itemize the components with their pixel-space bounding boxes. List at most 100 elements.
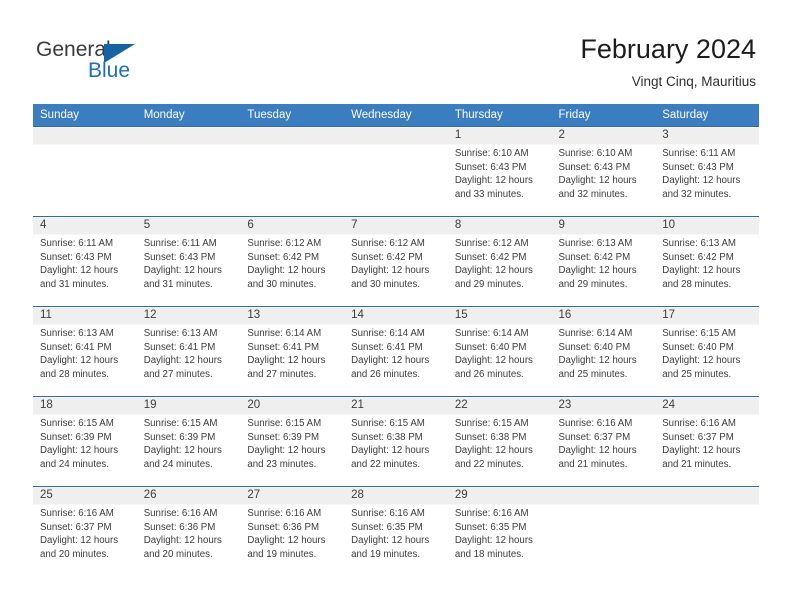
- daylight-text: Daylight: 12 hours: [454, 445, 533, 457]
- daylight-text: Daylight: 12 hours: [40, 535, 119, 547]
- day-details: Sunrise: 6:16 AM Sunset: 6:37 PM Daylight:…: [552, 414, 656, 471]
- day-cell-26[interactable]: 26 Sunrise: 6:16 AM Sunset: 6:36 PM Dayligh…: [136, 486, 241, 577]
- daylight-text: Daylight: 12 hours: [40, 355, 119, 367]
- day-cell-24[interactable]: 24 Sunrise: 6:16 AM Sunset: 6:37 PM Dayligh…: [655, 396, 759, 487]
- calendar-week-row: 1 Sunrise: 6:10 AM Sunset: 6:43 PM Daylight…: [33, 126, 759, 217]
- day-cell-11[interactable]: 11 Sunrise: 6:13 AM Sunset: 6:41 PM Dayligh…: [33, 306, 137, 397]
- daylight-text: Daylight: 12 hours: [558, 445, 637, 457]
- calendar-header-row: Sunday Monday Tuesday Wednesday Thursday Frid…: [33, 104, 759, 127]
- day-details: Sunrise: 6:11 AM Sunset: 6:43 PM Daylight:…: [655, 144, 759, 201]
- day-cell-10[interactable]: 10 Sunrise: 6:13 AM Sunset: 6:42 PM Dayligh…: [655, 216, 759, 307]
- general-blue-logo[interactable]: General Blue: [36, 38, 216, 84]
- calendar-week-row: 11 Sunrise: 6:13 AM Sunset: 6:41 PM Dayligh…: [33, 306, 759, 397]
- day-cell-29[interactable]: 29 Sunrise: 6:16 AM Sunset: 6:35 PM Dayligh…: [447, 486, 552, 577]
- day-cell-3[interactable]: 3 Sunrise: 6:11 AM Sunset: 6:43 PM Daylight…: [655, 126, 759, 217]
- daylight-text-cont: and 31 minutes.: [143, 278, 213, 290]
- day-number: 26: [143, 489, 157, 501]
- day-cell-17[interactable]: 17 Sunrise: 6:15 AM Sunset: 6:40 PM Dayligh…: [655, 306, 759, 397]
- day-number: 3: [662, 129, 669, 141]
- calendar-page: General Blue February 2024 Vingt Cinq, M…: [0, 0, 792, 612]
- day-details: Sunrise: 6:16 AM Sunset: 6:37 PM Daylight:…: [655, 414, 759, 471]
- daylight-text-cont: and 29 minutes.: [454, 278, 524, 290]
- day-number: 18: [40, 399, 53, 411]
- day-details: Sunrise: 6:13 AM Sunset: 6:41 PM Daylight:…: [33, 324, 137, 381]
- sunset-text: Sunset: 6:41 PM: [40, 341, 112, 353]
- day-cell-14[interactable]: 14 Sunrise: 6:14 AM Sunset: 6:41 PM Dayligh…: [344, 306, 448, 397]
- sunset-text: Sunset: 6:38 PM: [454, 431, 527, 443]
- day-cell-4[interactable]: 4 Sunrise: 6:11 AM Sunset: 6:43 PM Daylight…: [33, 216, 137, 307]
- daylight-text-cont: and 23 minutes.: [247, 458, 317, 470]
- daylight-text: Daylight: 12 hours: [662, 265, 741, 277]
- day-cell-19[interactable]: 19 Sunrise: 6:15 AM Sunset: 6:39 PM Dayligh…: [136, 396, 241, 487]
- day-number: 4: [40, 219, 47, 231]
- daylight-text-cont: and 19 minutes.: [351, 548, 421, 560]
- day-details: Sunrise: 6:13 AM Sunset: 6:42 PM Daylight:…: [655, 234, 759, 291]
- day-number: 27: [247, 489, 261, 501]
- day-details: Sunrise: 6:16 AM Sunset: 6:35 PM Daylight:…: [344, 504, 448, 561]
- day-cell-15[interactable]: 15 Sunrise: 6:14 AM Sunset: 6:40 PM Dayligh…: [447, 306, 552, 397]
- daylight-text: Daylight: 12 hours: [662, 175, 741, 187]
- day-number: 8: [454, 219, 462, 231]
- daylight-text: Daylight: 12 hours: [247, 445, 326, 457]
- day-number: [552, 487, 656, 504]
- sunset-text: Sunset: 6:43 PM: [454, 161, 527, 173]
- daylight-text: Daylight: 12 hours: [247, 355, 326, 367]
- day-cell-21[interactable]: 21 Sunrise: 6:15 AM Sunset: 6:38 PM Dayligh…: [344, 396, 448, 487]
- daylight-text: Daylight: 12 hours: [351, 445, 430, 457]
- day-cell-13[interactable]: 13 Sunrise: 6:14 AM Sunset: 6:41 PM Dayligh…: [240, 306, 345, 397]
- day-cell-9[interactable]: 9 Sunrise: 6:13 AM Sunset: 6:42 PM Daylight…: [551, 216, 656, 307]
- sunrise-text: Sunrise: 6:11 AM: [40, 238, 114, 249]
- weekday-header-monday: Monday: [136, 104, 241, 127]
- day-number: 13: [247, 309, 261, 321]
- sunset-text: Sunset: 6:36 PM: [247, 521, 320, 533]
- sunrise-text: Sunrise: 6:14 AM: [247, 328, 322, 339]
- day-details: Sunrise: 6:16 AM Sunset: 6:35 PM Daylight:…: [448, 504, 552, 561]
- daylight-text: Daylight: 12 hours: [40, 445, 119, 457]
- day-number: 12: [143, 309, 157, 321]
- day-cell-27[interactable]: 27 Sunrise: 6:16 AM Sunset: 6:36 PM Dayligh…: [240, 486, 345, 577]
- day-cell-2[interactable]: 2 Sunrise: 6:10 AM Sunset: 6:43 PM Daylight…: [551, 126, 656, 217]
- daylight-text: Daylight: 12 hours: [247, 265, 326, 277]
- day-details: Sunrise: 6:14 AM Sunset: 6:40 PM Daylight:…: [448, 324, 552, 381]
- day-cell-12[interactable]: 12 Sunrise: 6:13 AM Sunset: 6:41 PM Dayligh…: [136, 306, 241, 397]
- day-cell-23[interactable]: 23 Sunrise: 6:16 AM Sunset: 6:37 PM Dayligh…: [551, 396, 656, 487]
- day-details: Sunrise: 6:15 AM Sunset: 6:40 PM Daylight:…: [655, 324, 759, 381]
- day-cell-28[interactable]: 28 Sunrise: 6:16 AM Sunset: 6:35 PM Dayligh…: [344, 486, 448, 577]
- weekday-header-wednesday: Wednesday: [344, 104, 448, 127]
- daylight-text: Daylight: 12 hours: [351, 535, 430, 547]
- day-cell-22[interactable]: 22 Sunrise: 6:15 AM Sunset: 6:38 PM Dayligh…: [447, 396, 552, 487]
- day-details: Sunrise: 6:12 AM Sunset: 6:42 PM Daylight:…: [240, 234, 344, 291]
- day-number: 7: [351, 219, 358, 231]
- day-details: Sunrise: 6:11 AM Sunset: 6:43 PM Daylight:…: [137, 234, 241, 291]
- sunrise-text: Sunrise: 6:14 AM: [351, 328, 425, 339]
- day-cell-5[interactable]: 5 Sunrise: 6:11 AM Sunset: 6:43 PM Daylight…: [136, 216, 241, 307]
- daylight-text: Daylight: 12 hours: [454, 175, 533, 187]
- day-details: Sunrise: 6:12 AM Sunset: 6:42 PM Daylight:…: [448, 234, 552, 291]
- day-number: 5: [143, 219, 151, 231]
- day-number: 11: [40, 309, 52, 321]
- day-number: 16: [558, 309, 572, 321]
- day-cell-1[interactable]: 1 Sunrise: 6:10 AM Sunset: 6:43 PM Daylight…: [447, 126, 552, 217]
- day-cell-18[interactable]: 18 Sunrise: 6:15 AM Sunset: 6:39 PM Dayligh…: [33, 396, 137, 487]
- daylight-text: Daylight: 12 hours: [454, 535, 533, 547]
- daylight-text-cont: and 21 minutes.: [558, 458, 628, 470]
- daylight-text-cont: and 25 minutes.: [662, 368, 732, 380]
- day-cell-25[interactable]: 25 Sunrise: 6:16 AM Sunset: 6:37 PM Dayligh…: [33, 486, 137, 577]
- day-cell-empty: [655, 486, 759, 577]
- daylight-text-cont: and 20 minutes.: [143, 548, 213, 560]
- sunrise-text: Sunrise: 6:13 AM: [662, 238, 736, 249]
- day-cell-6[interactable]: 6 Sunrise: 6:12 AM Sunset: 6:42 PM Daylight…: [240, 216, 345, 307]
- sunset-text: Sunset: 6:41 PM: [143, 341, 216, 353]
- day-cell-20[interactable]: 20 Sunrise: 6:15 AM Sunset: 6:39 PM Dayligh…: [240, 396, 345, 487]
- day-cell-7[interactable]: 7 Sunrise: 6:12 AM Sunset: 6:42 PM Daylight…: [344, 216, 448, 307]
- day-cell-empty: [551, 486, 656, 577]
- sunset-text: Sunset: 6:37 PM: [558, 431, 631, 443]
- sunrise-text: Sunrise: 6:15 AM: [351, 418, 425, 429]
- sunset-text: Sunset: 6:41 PM: [351, 341, 423, 353]
- day-cell-16[interactable]: 16 Sunrise: 6:14 AM Sunset: 6:40 PM Dayligh…: [551, 306, 656, 397]
- day-number: 14: [351, 309, 364, 321]
- day-cell-8[interactable]: 8 Sunrise: 6:12 AM Sunset: 6:42 PM Daylight…: [447, 216, 552, 307]
- sunrise-text: Sunrise: 6:12 AM: [247, 238, 322, 249]
- sunrise-text: Sunrise: 6:10 AM: [558, 148, 633, 159]
- sunrise-text: Sunrise: 6:16 AM: [247, 508, 322, 519]
